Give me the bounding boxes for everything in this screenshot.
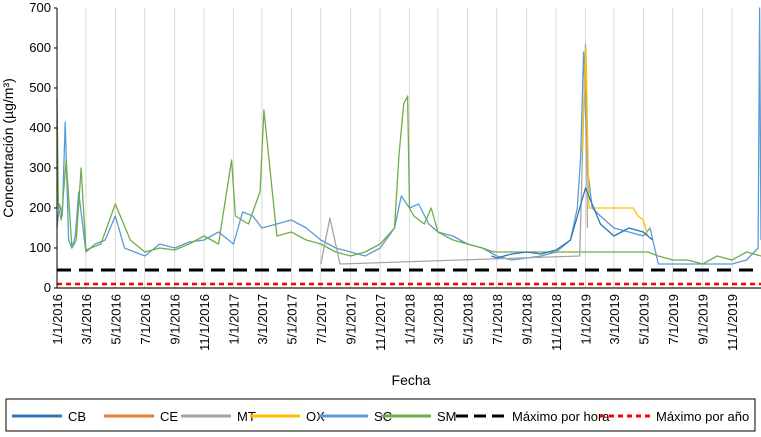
x-tick-label: 3/1/2019 xyxy=(607,294,622,345)
y-tick-label: 700 xyxy=(29,0,51,15)
x-tick-label: 11/1/2017 xyxy=(373,294,388,351)
legend: CBCEMTOXSCSMMáximo por horaMáximo por añ… xyxy=(5,398,756,432)
x-tick-label: 9/1/2016 xyxy=(168,294,183,345)
x-tick-label: 7/1/2017 xyxy=(314,294,329,345)
x-tick-label: 1/1/2018 xyxy=(402,294,417,345)
x-tick-label: 11/1/2018 xyxy=(549,294,564,351)
x-tick-label: 5/1/2018 xyxy=(460,294,475,345)
x-axis-title: Fecha xyxy=(392,372,431,388)
x-tick-label: 5/1/2016 xyxy=(108,294,123,345)
legend-label: SM xyxy=(437,409,457,424)
series-line-mt xyxy=(320,43,589,265)
legend-label: Máximo por hora xyxy=(512,409,610,424)
x-tick-label: 11/1/2016 xyxy=(197,294,212,351)
y-axis-title: Concentración (µg/m³) xyxy=(0,78,16,218)
legend-label: CE xyxy=(160,409,178,424)
y-tick-label: 200 xyxy=(29,200,51,215)
concentration-chart: 0 100 200 300 400 500 600 700 1/1/2016 3/1/2016 5… xyxy=(0,0,761,432)
x-tick-label: 3/1/2018 xyxy=(431,294,446,345)
x-tick-label: 1/1/2017 xyxy=(226,294,241,345)
x-tick-label: 3/1/2017 xyxy=(255,294,270,345)
y-tick-label: 0 xyxy=(44,280,51,295)
x-tick-label: 9/1/2019 xyxy=(696,294,711,345)
x-tick-label: 7/1/2019 xyxy=(666,294,681,345)
series-line-cb xyxy=(491,187,653,259)
x-tick-label: 1/1/2019 xyxy=(578,294,593,345)
x-tick-label: 5/1/2019 xyxy=(636,294,651,345)
x-tick-label: 9/1/2018 xyxy=(520,294,535,345)
legend-label: Máximo por año xyxy=(656,409,749,424)
y-tick-label: 500 xyxy=(29,80,51,95)
x-tick-label: 7/1/2016 xyxy=(138,294,153,345)
y-tick-label: 400 xyxy=(29,120,51,135)
y-tick-labels: 0 100 200 300 400 500 600 700 xyxy=(29,0,57,295)
series-line-ox xyxy=(581,47,649,237)
x-tick-label: 11/1/2019 xyxy=(725,294,740,351)
x-tick-label: 7/1/2018 xyxy=(490,294,505,345)
x-tick-label: 9/1/2017 xyxy=(344,294,359,345)
x-tick-label: 5/1/2017 xyxy=(284,294,299,345)
x-tick-label: 3/1/2016 xyxy=(79,294,94,345)
y-tick-label: 600 xyxy=(29,40,51,55)
y-tick-label: 100 xyxy=(29,240,51,255)
x-tick-labels: 1/1/2016 3/1/2016 5/1/2016 7/1/2016 9/1/2016… xyxy=(50,294,740,351)
x-tick-label: 1/1/2016 xyxy=(50,294,65,345)
y-tick-label: 300 xyxy=(29,160,51,175)
vertical-gridlines xyxy=(56,8,733,288)
legend-label: CB xyxy=(68,409,86,424)
